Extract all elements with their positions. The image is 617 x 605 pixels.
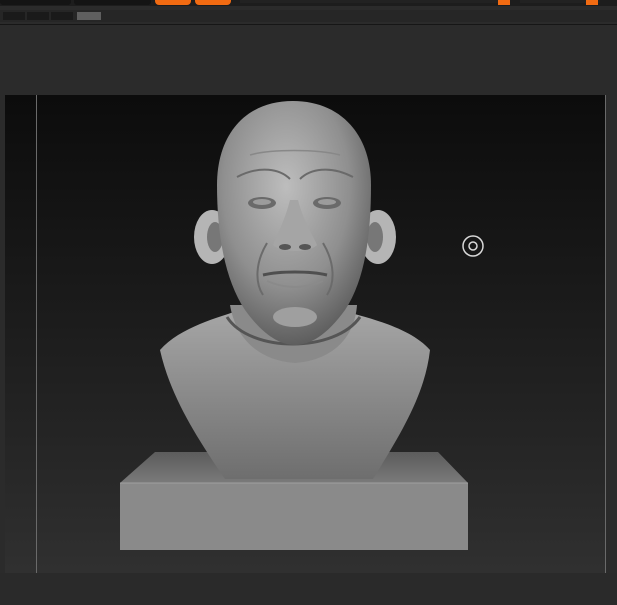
sub-toolbar xyxy=(0,10,617,22)
slider-knob[interactable] xyxy=(586,0,598,5)
slider-knob[interactable] xyxy=(498,0,510,5)
rotation-pivot-icon[interactable] xyxy=(461,234,485,258)
subtab[interactable] xyxy=(3,12,25,20)
subtab[interactable] xyxy=(51,12,73,20)
accent-button[interactable] xyxy=(195,0,231,5)
toolbar-button[interactable] xyxy=(0,0,71,5)
top-toolbar xyxy=(0,0,617,6)
bottom-bar xyxy=(0,573,617,605)
slider-track[interactable] xyxy=(240,0,510,3)
subtab-active[interactable] xyxy=(77,12,101,20)
sculpt-model[interactable] xyxy=(5,95,606,573)
accent-button[interactable] xyxy=(155,0,191,5)
subtab[interactable] xyxy=(27,12,49,20)
viewport-canvas[interactable] xyxy=(5,95,606,573)
divider xyxy=(0,24,617,25)
toolbar-button[interactable] xyxy=(74,0,151,5)
